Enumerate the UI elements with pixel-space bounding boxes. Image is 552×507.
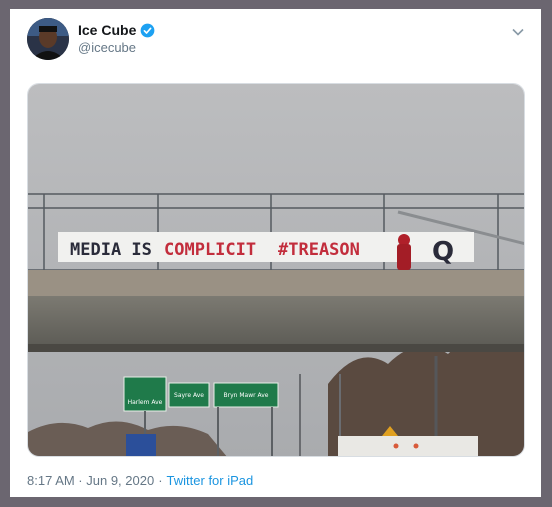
avatar-image (27, 18, 69, 60)
banner-word-2: COMPLICIT (164, 240, 256, 260)
tweet-meta: 8:17 AM · Jun 9, 2020 · Twitter for iPad (27, 473, 253, 488)
bridge-deck (28, 270, 524, 300)
chevron-down-icon[interactable] (511, 25, 525, 39)
sign-label-2: Sayre Ave (174, 392, 204, 399)
verified-badge-icon (140, 23, 155, 37)
tweet-card: Ice Cube @icecube MEDIA IS COMPLICIT #TR… (10, 9, 541, 497)
source-link[interactable]: Twitter for iPad (167, 473, 254, 488)
timestamp[interactable]: 8:17 AM · Jun 9, 2020 (27, 473, 154, 488)
bridge-underside (28, 296, 524, 346)
sign-label-3: Bryn Mawr Ave (224, 392, 269, 399)
meta-separator: · (158, 473, 163, 488)
avatar[interactable] (27, 18, 69, 60)
banner-word-3: #TREASON (278, 240, 360, 260)
display-name[interactable]: Ice Cube (78, 22, 136, 38)
author-name-row: Ice Cube (78, 22, 155, 38)
banner-word-4: Q (432, 237, 454, 267)
tweet-photo[interactable]: MEDIA IS COMPLICIT #TREASON Q Harlem Ave… (27, 83, 525, 457)
person-figure (397, 234, 411, 270)
username-handle[interactable]: @icecube (78, 40, 136, 55)
photo-scene: MEDIA IS COMPLICIT #TREASON Q Harlem Ave… (28, 84, 524, 456)
sign-label-1: Harlem Ave (128, 399, 163, 406)
banner-word-1: MEDIA IS (70, 240, 152, 260)
blue-sign (126, 434, 156, 456)
